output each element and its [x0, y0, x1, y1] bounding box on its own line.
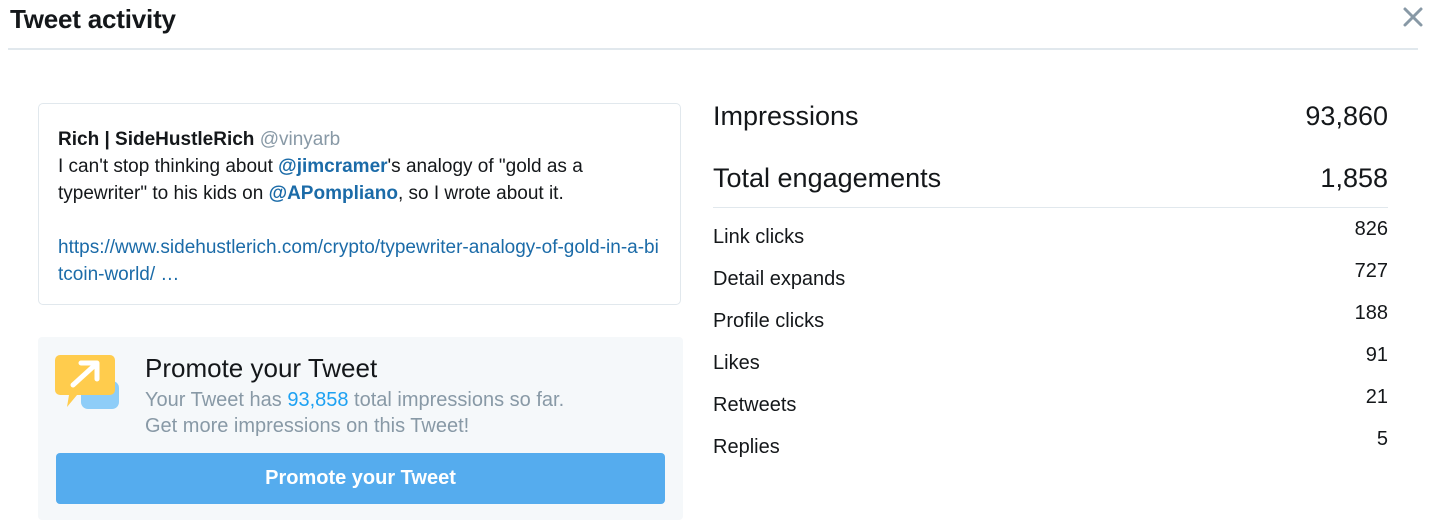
impressions-value: 93,860: [1305, 101, 1388, 131]
stat-row-detail-expands: Detail expands 727: [713, 260, 1388, 302]
impressions-stat: Impressions 93,860: [713, 95, 1388, 157]
promote-text-part: Your Tweet has: [145, 389, 288, 411]
close-icon[interactable]: [1401, 5, 1425, 29]
tweet-url-link[interactable]: https://www.sidehustlerich.com/crypto/ty…: [58, 237, 659, 285]
stat-label: Detail expands: [713, 268, 846, 290]
engagements-label: Total engagements: [713, 163, 942, 193]
promote-arrow-icon: [55, 355, 121, 413]
stat-row-profile-clicks: Profile clicks 188: [713, 302, 1388, 344]
stat-value: 727: [1354, 260, 1388, 282]
stat-value: 21: [1365, 386, 1388, 408]
stat-label: Retweets: [713, 394, 797, 416]
promote-description: Your Tweet has 93,858 total impressions …: [145, 387, 564, 439]
modal-title: Tweet activity: [10, 4, 176, 34]
stats-panel: Impressions 93,860 Total engagements 1,8…: [713, 95, 1388, 470]
promote-impressions-count: 93,858: [287, 389, 349, 411]
stat-label: Link clicks: [713, 226, 805, 248]
stat-row-replies: Replies 5: [713, 428, 1388, 470]
stat-label: Likes: [713, 352, 760, 374]
stat-row-retweets: Retweets 21: [713, 386, 1388, 428]
tweet-text: I can't stop thinking about @jimcramer's…: [58, 153, 661, 207]
mention-link[interactable]: @jimcramer: [278, 156, 387, 177]
stat-row-link-clicks: Link clicks 826: [713, 218, 1388, 260]
tweet-text-part: , so I wrote about it.: [397, 183, 564, 204]
promote-title: Promote your Tweet: [145, 353, 378, 383]
promote-panel: Promote your Tweet Your Tweet has 93,858…: [38, 337, 683, 520]
author-name[interactable]: Rich | SideHustleRich: [58, 129, 254, 150]
tweet-author: Rich | SideHustleRich @vinyarb: [58, 126, 661, 153]
stat-value: 188: [1354, 302, 1388, 324]
stat-label: Profile clicks: [713, 310, 825, 332]
promote-tweet-button[interactable]: Promote your Tweet: [56, 453, 665, 504]
tweet-card: Rich | SideHustleRich @vinyarb I can't s…: [38, 103, 681, 305]
engagements-stat: Total engagements 1,858: [713, 157, 1388, 219]
stat-value: 826: [1354, 218, 1388, 240]
stat-row-likes: Likes 91: [713, 344, 1388, 386]
impressions-label: Impressions: [713, 101, 859, 131]
mention-link[interactable]: @APompliano: [269, 183, 398, 204]
stat-label: Replies: [713, 436, 780, 458]
tweet-text-part: I can't stop thinking about: [58, 156, 279, 177]
author-handle[interactable]: @vinyarb: [260, 129, 341, 150]
promote-text-part: total impressions so far.: [348, 389, 565, 411]
stat-value: 5: [1376, 428, 1388, 450]
promote-text-line2: Get more impressions on this Tweet!: [145, 415, 470, 437]
engagements-value: 1,858: [1320, 163, 1388, 193]
modal-header: Tweet activity: [8, 0, 1423, 50]
stat-value: 91: [1365, 344, 1388, 366]
